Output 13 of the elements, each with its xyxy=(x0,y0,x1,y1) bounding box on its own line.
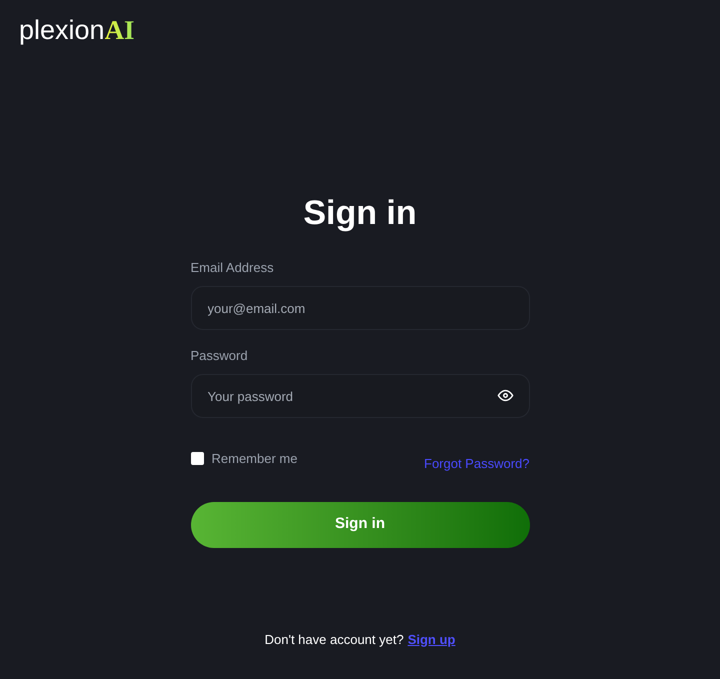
forgot-password-link[interactable]: Forgot Password? xyxy=(424,456,530,472)
email-field[interactable]: your@email.com xyxy=(190,286,530,330)
sign-in-button[interactable]: Sign in xyxy=(190,502,530,548)
page-title: Sign in xyxy=(303,193,417,233)
field-label: Password xyxy=(190,347,249,365)
remember-label: Remember me xyxy=(212,450,298,468)
password-field[interactable]: Your password xyxy=(190,374,530,418)
eye-icon[interactable] xyxy=(496,387,514,404)
signup-link[interactable]: Sign up xyxy=(408,630,456,649)
remember-checkbox[interactable] xyxy=(190,452,204,466)
signup-prompt: Don't have account yet? xyxy=(264,630,404,649)
logo-wordmark: plexion xyxy=(19,14,105,46)
field-label: Email Address xyxy=(190,259,275,277)
